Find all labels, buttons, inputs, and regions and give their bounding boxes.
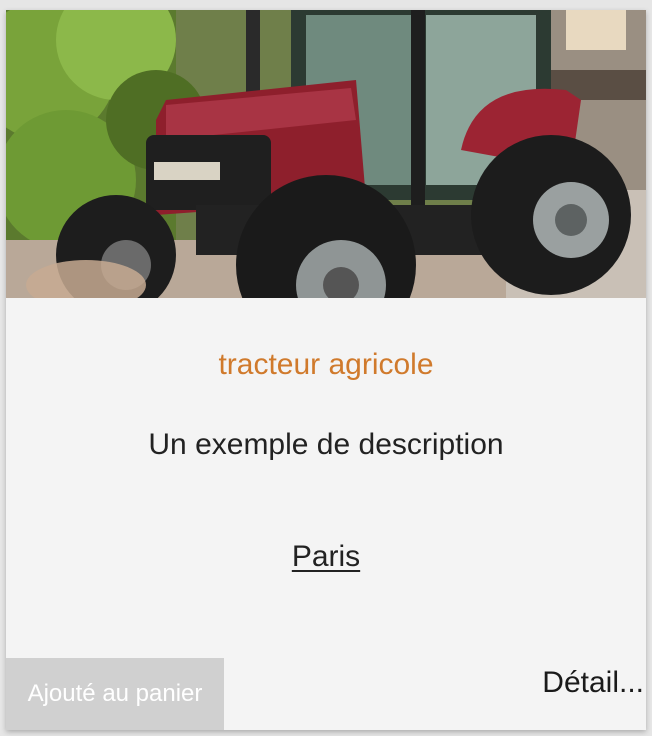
product-location: Paris — [6, 540, 646, 574]
tractor-photo — [6, 10, 646, 298]
product-image — [6, 10, 646, 298]
product-card: tracteur agricole Un exemple de descript… — [6, 10, 646, 730]
product-title: tracteur agricole — [218, 348, 434, 381]
detail-link[interactable]: Détail... — [542, 666, 644, 700]
added-to-cart-button[interactable]: Ajouté au panier — [6, 658, 224, 730]
product-description: Un exemple de description — [148, 428, 504, 461]
location-link[interactable]: Paris — [292, 540, 360, 573]
